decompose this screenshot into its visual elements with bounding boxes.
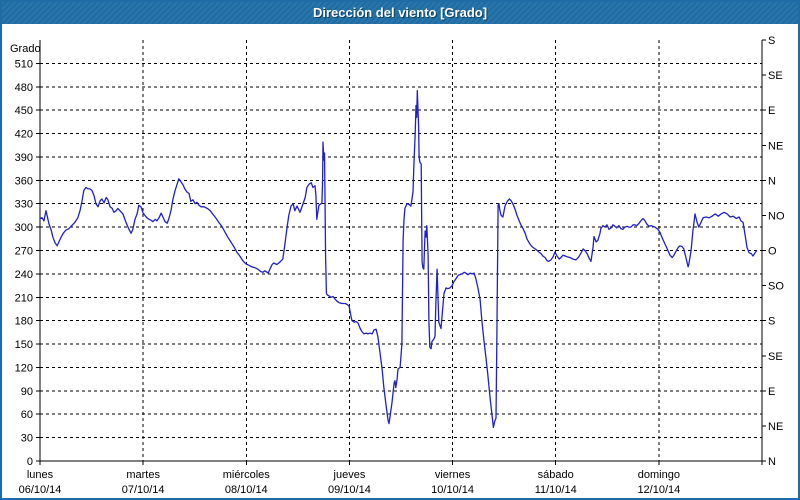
svg-text:60: 60 bbox=[21, 409, 33, 421]
x-label-weekday: martes bbox=[126, 469, 160, 481]
svg-text:SE: SE bbox=[768, 70, 783, 82]
svg-text:240: 240 bbox=[15, 269, 33, 281]
svg-text:210: 210 bbox=[15, 292, 33, 304]
x-label-date: 06/10/14 bbox=[19, 484, 62, 496]
x-label-weekday: viernes bbox=[435, 469, 471, 481]
svg-text:E: E bbox=[768, 386, 775, 398]
svg-text:480: 480 bbox=[15, 82, 33, 94]
x-label-date: 11/10/14 bbox=[535, 484, 577, 496]
svg-text:O: O bbox=[768, 246, 777, 258]
wind-direction-series bbox=[40, 91, 757, 428]
x-label-weekday: sábado bbox=[538, 469, 574, 481]
svg-text:270: 270 bbox=[15, 246, 33, 258]
svg-text:150: 150 bbox=[15, 339, 33, 351]
svg-text:NE: NE bbox=[768, 140, 783, 152]
svg-text:300: 300 bbox=[15, 222, 33, 234]
svg-text:E: E bbox=[768, 105, 775, 117]
chart-window: Dirección del viento [Grado] 0 30 60 90 120 1… bbox=[0, 0, 800, 500]
x-label-weekday: miércoles bbox=[223, 469, 271, 481]
svg-text:SO: SO bbox=[768, 281, 784, 293]
svg-text:450: 450 bbox=[15, 105, 33, 117]
svg-text:180: 180 bbox=[15, 316, 33, 328]
svg-text:510: 510 bbox=[15, 58, 33, 70]
svg-text:120: 120 bbox=[15, 362, 33, 374]
svg-text:420: 420 bbox=[15, 129, 33, 141]
svg-text:Grado: Grado bbox=[10, 43, 41, 55]
svg-text:N: N bbox=[768, 175, 776, 187]
x-label-date: 07/10/14 bbox=[122, 484, 165, 496]
svg-text:N: N bbox=[768, 456, 776, 468]
x-label-date: 09/10/14 bbox=[328, 484, 371, 496]
svg-text:SE: SE bbox=[768, 351, 783, 363]
svg-text:90: 90 bbox=[21, 386, 33, 398]
svg-text:0: 0 bbox=[27, 456, 33, 468]
svg-text:30: 30 bbox=[21, 433, 33, 445]
wind-direction-chart: 0 30 60 90 120 150 180 210 240 270 300 330 360 390 420… bbox=[2, 24, 798, 498]
x-label-date: 08/10/14 bbox=[225, 484, 268, 496]
x-label-weekday: jueves bbox=[333, 469, 366, 481]
svg-text:S: S bbox=[768, 35, 775, 47]
svg-text:NE: NE bbox=[768, 421, 783, 433]
svg-text:330: 330 bbox=[15, 199, 33, 211]
x-label-date: 10/10/14 bbox=[431, 484, 474, 496]
x-label-weekday: domingo bbox=[638, 469, 680, 481]
svg-text:S: S bbox=[768, 316, 775, 328]
svg-text:390: 390 bbox=[15, 152, 33, 164]
x-label-date: 12/10/14 bbox=[637, 484, 680, 496]
svg-text:NO: NO bbox=[768, 210, 785, 222]
x-label-weekday: lunes bbox=[27, 469, 54, 481]
chart-title: Dirección del viento [Grado] bbox=[2, 2, 798, 24]
svg-text:360: 360 bbox=[15, 175, 33, 187]
